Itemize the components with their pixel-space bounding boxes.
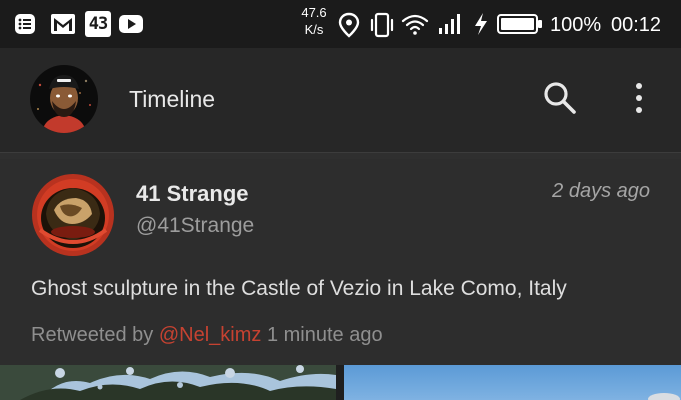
messages-icon <box>15 14 35 34</box>
badge-43-label: 43 <box>88 14 108 34</box>
retweet-time: 1 minute ago <box>266 324 383 346</box>
net-speed: 47.6 K/s <box>294 4 334 38</box>
author-handle[interactable]: @41Strange <box>136 213 254 239</box>
signal-icon <box>439 14 460 34</box>
app-bar: Timeline <box>0 48 681 152</box>
charging-icon <box>475 13 487 35</box>
net-speed-unit: K/s <box>304 22 324 37</box>
media-image-2[interactable] <box>344 365 681 400</box>
tweet-card[interactable]: 41 Strange @41Strange 2 days ago Ghost s… <box>0 159 681 365</box>
tree-photo <box>0 365 336 400</box>
search-button[interactable] <box>538 78 582 118</box>
retweet-prefix: Retweeted by <box>31 324 154 346</box>
tweet-media <box>0 365 681 400</box>
badge-43-icon: 43 <box>85 11 111 37</box>
tweet-text: Ghost sculpture in the Castle of Vezio i… <box>31 277 567 300</box>
vibrate-icon <box>370 12 394 38</box>
author-avatar-image <box>32 174 114 256</box>
net-speed-value: 47.6 <box>301 5 327 20</box>
user-avatar-image <box>30 65 98 133</box>
location-icon <box>338 12 360 38</box>
author-name[interactable]: 41 Strange <box>136 181 249 207</box>
page-title: Timeline <box>129 86 216 112</box>
overflow-menu-button[interactable] <box>624 78 654 118</box>
retweet-info: Retweeted by @Nel_kimz 1 minute ago <box>31 322 383 348</box>
tweet-time: 2 days ago <box>552 180 650 202</box>
battery-percent: 100% <box>550 14 602 36</box>
retweeter-link[interactable]: @Nel_kimz <box>159 324 262 346</box>
clock: 00:12 <box>611 14 662 36</box>
media-image-1[interactable] <box>0 365 336 400</box>
sky-photo <box>344 365 681 400</box>
gmail-icon <box>51 14 75 34</box>
overflow-menu-icon <box>636 83 642 113</box>
youtube-icon <box>119 15 143 33</box>
search-icon <box>544 82 576 114</box>
status-bar: 43 47.6 K/s 100% 00:12 <box>0 0 681 48</box>
avatar[interactable] <box>30 65 98 133</box>
author-avatar[interactable] <box>32 174 114 256</box>
wifi-icon <box>401 14 429 35</box>
battery-icon <box>497 14 542 34</box>
divider <box>0 152 681 159</box>
